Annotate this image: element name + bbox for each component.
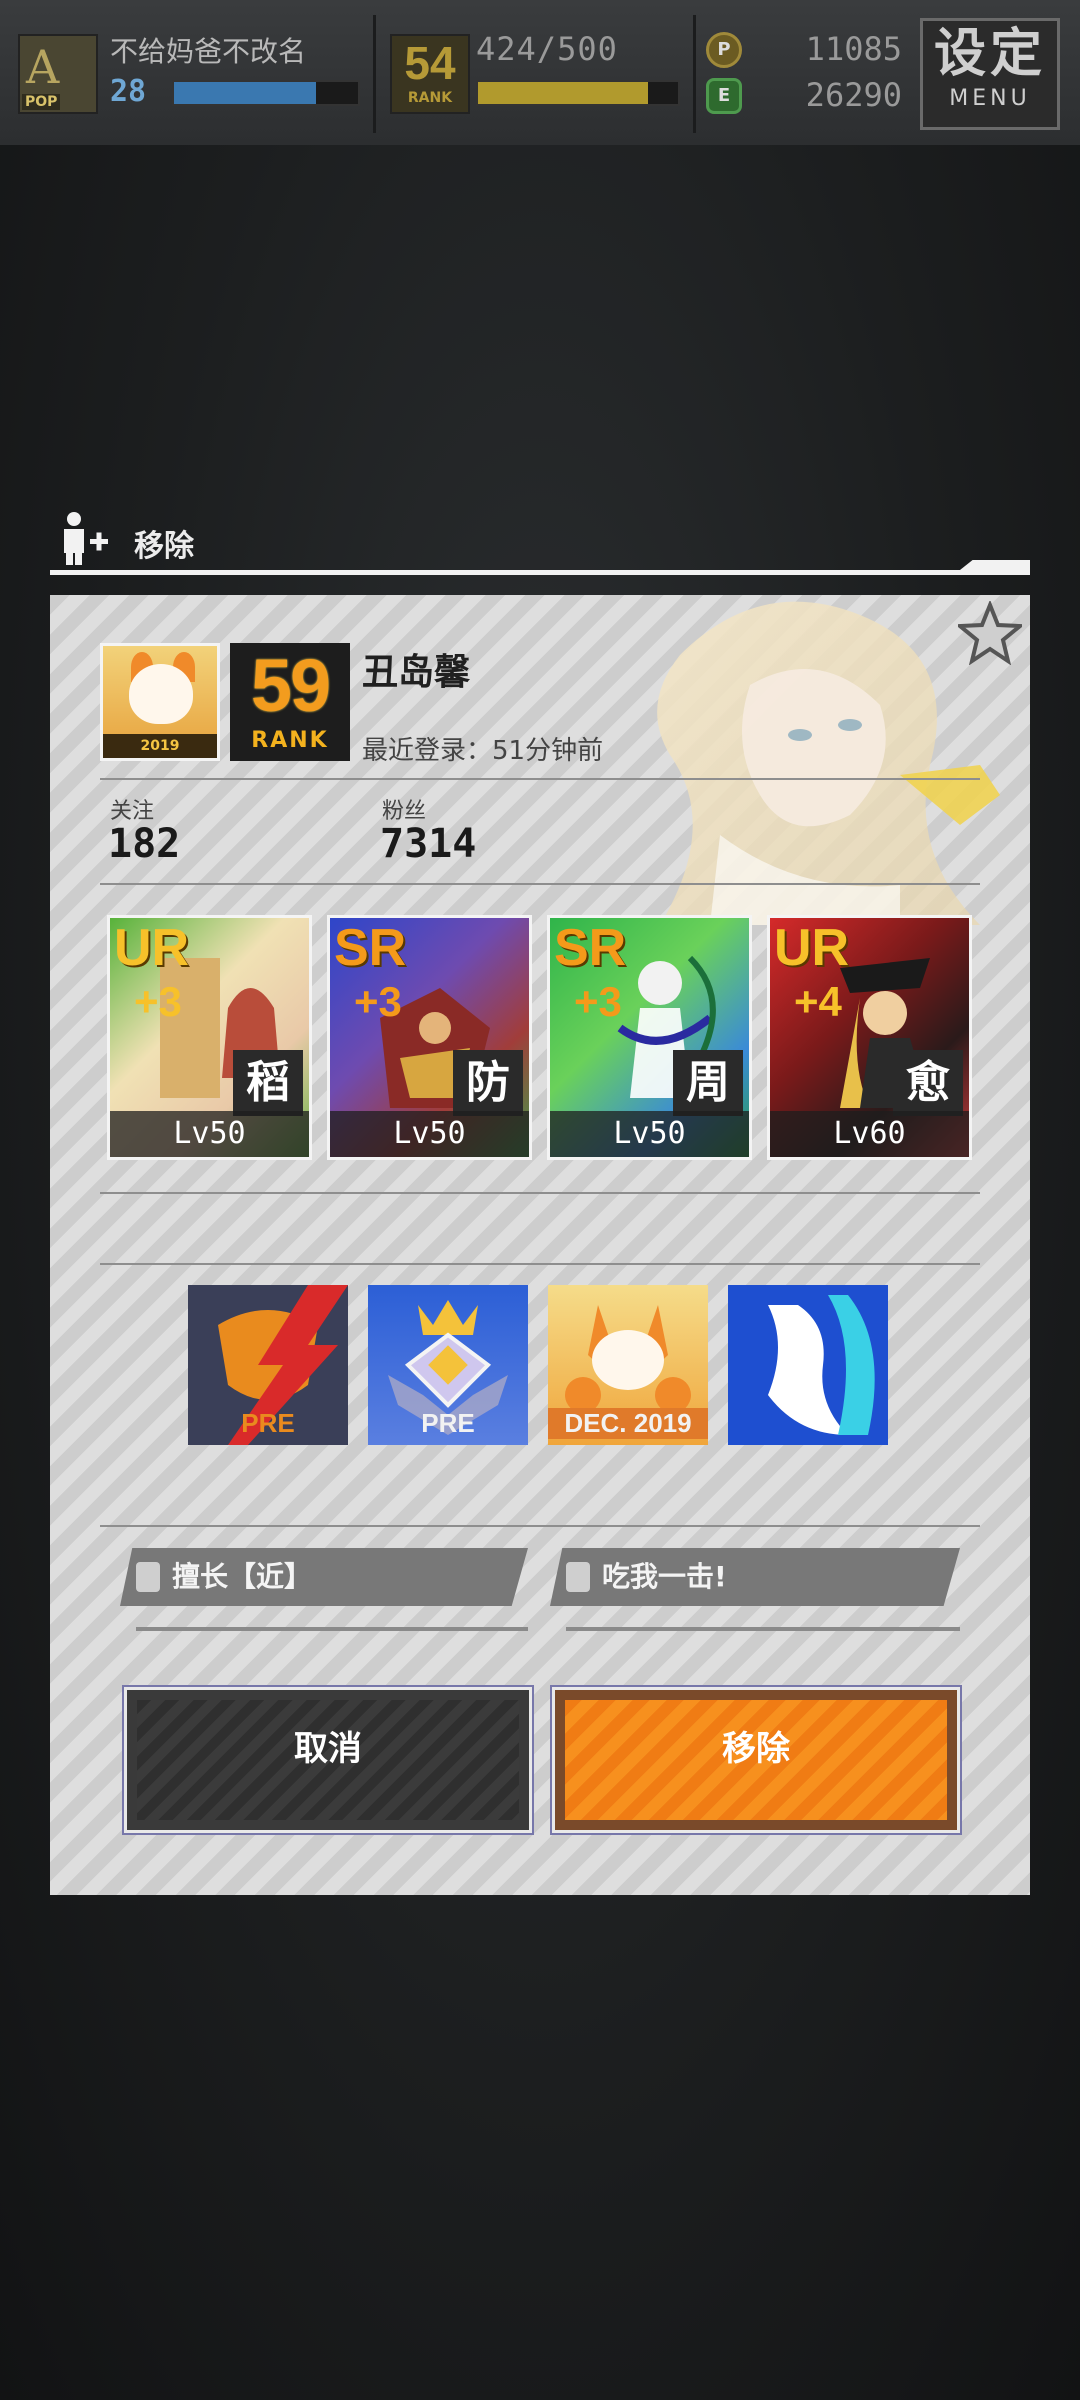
tag-underline — [136, 1627, 528, 1631]
currency-e-value: 26290 — [805, 76, 902, 114]
card-item[interactable]: SR +3 周 Lv50 — [547, 915, 752, 1160]
fans-value: 7314 — [380, 821, 477, 867]
card-item[interactable]: UR +4 愈 Lv60 — [767, 915, 972, 1160]
menu-button-label: 设定 — [933, 24, 1046, 84]
player-level-fill — [174, 82, 316, 104]
cancel-button[interactable]: 取消 — [122, 1685, 534, 1835]
rank-badge: 54 RANK — [390, 34, 470, 114]
divider — [100, 883, 980, 885]
tag-icon — [566, 1562, 590, 1592]
card-rarity: SR — [554, 919, 627, 977]
xp-counter: 424/500 — [476, 30, 618, 68]
card-level: Lv50 — [110, 1111, 309, 1157]
menu-button[interactable]: 设定 MENU — [920, 18, 1060, 130]
badge-item[interactable]: PRE — [188, 1285, 348, 1445]
tag-label: 吃我一击! — [602, 1560, 727, 1593]
card-list: UR +3 稻 Lv50 SR +3 防 Lv50 SR +3 周 Lv50 U… — [107, 915, 977, 1160]
dialog-header: 移除 — [50, 505, 1030, 575]
avatar-glyph: A — [26, 40, 60, 94]
card-level: Lv60 — [770, 1111, 969, 1157]
e-coin-icon: E — [706, 78, 742, 114]
card-level: Lv50 — [550, 1111, 749, 1157]
card-item[interactable]: UR +3 稻 Lv50 — [107, 915, 312, 1160]
player-name: 不给妈爸不改名 — [110, 35, 307, 68]
wing-badge-icon — [768, 1295, 875, 1435]
favorite-star-icon[interactable] — [958, 601, 1022, 665]
badge-face — [129, 664, 193, 724]
divider — [100, 778, 980, 780]
header-accent — [960, 560, 1030, 570]
tag-label: 擅长【近】 — [172, 1560, 313, 1593]
player-level: 28 — [110, 74, 147, 109]
user-profile-panel: 2019 59 RANK 丑岛馨 最近登录：51分钟前 关注 182 粉丝 73… — [50, 595, 1030, 1895]
badge-item[interactable] — [728, 1285, 888, 1445]
badge-label: PRE — [241, 1408, 295, 1438]
menu-button-sublabel: MENU — [949, 86, 1031, 111]
badge-label: PRE — [421, 1408, 475, 1438]
avatar-tag: POP — [22, 94, 61, 110]
xp-fill — [478, 82, 648, 104]
card-plus: +3 — [574, 978, 622, 1025]
divider — [100, 1192, 980, 1194]
user-rank-label: RANK — [251, 728, 329, 753]
user-name: 丑岛馨 — [362, 652, 471, 693]
dialog-title: 移除 — [134, 529, 194, 564]
top-status-bar: A POP 不给妈爸不改名 28 54 RANK 424/500 P 11085… — [0, 0, 1080, 145]
card-plus: +4 — [794, 978, 842, 1025]
divider — [373, 15, 376, 133]
card-type: 稻 — [233, 1050, 303, 1116]
card-item[interactable]: SR +3 防 Lv50 — [327, 915, 532, 1160]
catchphrase-tag: 吃我一击! — [550, 1548, 960, 1606]
card-rarity: UR — [774, 919, 850, 977]
user-rank-badge: 59 RANK — [230, 643, 350, 761]
remove-user-icon — [64, 512, 108, 565]
divider — [693, 15, 696, 133]
badge-item[interactable]: PRE — [368, 1285, 528, 1445]
specialty-tag: 擅长【近】 — [120, 1548, 528, 1606]
last-login: 最近登录：51分钟前 — [362, 736, 604, 766]
rank-label: RANK — [407, 90, 453, 106]
currency-p-value: 11085 — [805, 30, 902, 68]
event-badge: 2019 — [100, 643, 220, 761]
card-level: Lv50 — [330, 1111, 529, 1157]
remove-button[interactable]: 移除 — [550, 1685, 962, 1835]
card-plus: +3 — [354, 978, 402, 1025]
tag-icon — [136, 1562, 160, 1592]
user-rank-number: 59 — [250, 644, 331, 727]
divider — [100, 1525, 980, 1527]
rank-number: 54 — [404, 37, 456, 89]
remove-button-label: 移除 — [722, 1729, 790, 1769]
card-rarity: UR — [114, 919, 190, 977]
cancel-button-label: 取消 — [294, 1729, 362, 1769]
player-avatar[interactable]: A POP — [18, 34, 98, 114]
badge-label: DEC. 2019 — [548, 1408, 708, 1439]
xp-bar — [476, 80, 680, 106]
player-level-bar — [172, 80, 360, 106]
card-type: 愈 — [893, 1050, 963, 1116]
card-type: 防 — [453, 1050, 523, 1116]
badge-list: PRE PRE DEC. 2019 — [188, 1285, 888, 1445]
tag-underline — [566, 1627, 960, 1631]
header-underline — [50, 570, 1030, 575]
card-plus: +3 — [134, 978, 182, 1025]
card-type: 周 — [673, 1050, 743, 1116]
divider — [100, 1263, 980, 1265]
badge-year: 2019 — [103, 734, 217, 758]
follow-value: 182 — [108, 821, 181, 867]
card-rarity: SR — [334, 919, 407, 977]
badge-item[interactable]: DEC. 2019 — [548, 1285, 708, 1445]
p-coin-icon: P — [706, 32, 742, 68]
